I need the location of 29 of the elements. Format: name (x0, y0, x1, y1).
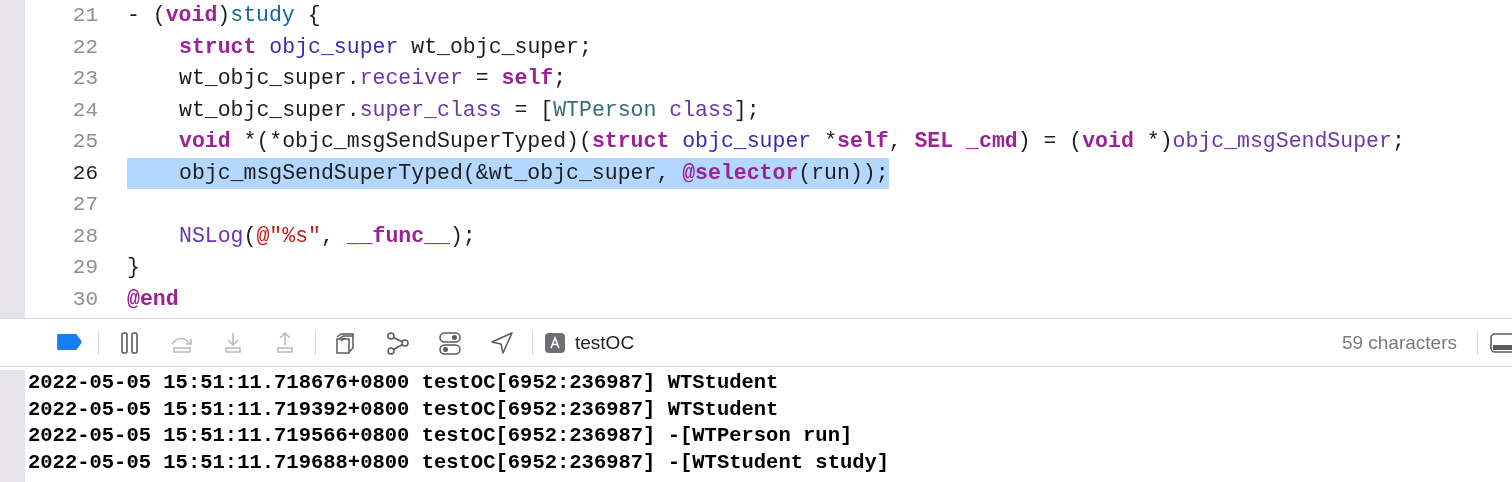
console-line: 2022-05-05 15:51:11.719688+0800 testOC[6952:236987] -[WTStudent study] (28, 449, 890, 476)
character-count: 59 characters (1341, 331, 1457, 354)
line-number: 21 (71, 3, 98, 29)
code-line: wt_objc_super.super_class = [WTPerson class]; (178, 96, 760, 124)
code-line: struct objc_super wt_objc_super; (178, 33, 592, 61)
code-line: void *(*objc_msgSendSuperTyped)(struct objc_super *self, SEL _cmd) = (void *)objc_msgSendSuper; (178, 128, 1405, 155)
code-line: } (127, 254, 140, 281)
console-line: 2022-05-05 15:51:11.719566+0800 testOC[6952:236987] -[WTPerson run] (28, 423, 854, 449)
line-number: 26 (71, 160, 98, 187)
line-number: 29 (71, 255, 98, 281)
line-number: 30 (71, 286, 98, 313)
line-number: 23 (71, 66, 98, 92)
code-line: wt_objc_super.receiver = self; (178, 65, 567, 92)
app-icon (545, 332, 565, 353)
console-line: 2022-05-05 15:51:11.719392+0800 testOC[6952:236987] WTStudent (28, 396, 780, 423)
code-line: - (void)study { (127, 2, 321, 29)
line-number: 22 (71, 34, 98, 61)
line-number: 24 (71, 97, 98, 124)
panel-toggle-icon[interactable] (1490, 331, 1512, 354)
code-line: NSLog(@"%s", __func__); (178, 222, 476, 250)
graph-nodes-icon[interactable] (384, 330, 412, 355)
line-number: 25 (71, 129, 98, 155)
console-line: 2022-05-05 15:51:11.718676+0800 testOC[6952:236987] WTStudent (28, 370, 780, 396)
toggles-icon[interactable] (436, 330, 464, 355)
target-name[interactable]: testOC (575, 331, 635, 354)
location-arrow-icon[interactable] (488, 330, 516, 355)
line-number: 27 (71, 192, 98, 218)
line-number: 28 (71, 223, 98, 250)
code-line: @end (127, 285, 179, 313)
